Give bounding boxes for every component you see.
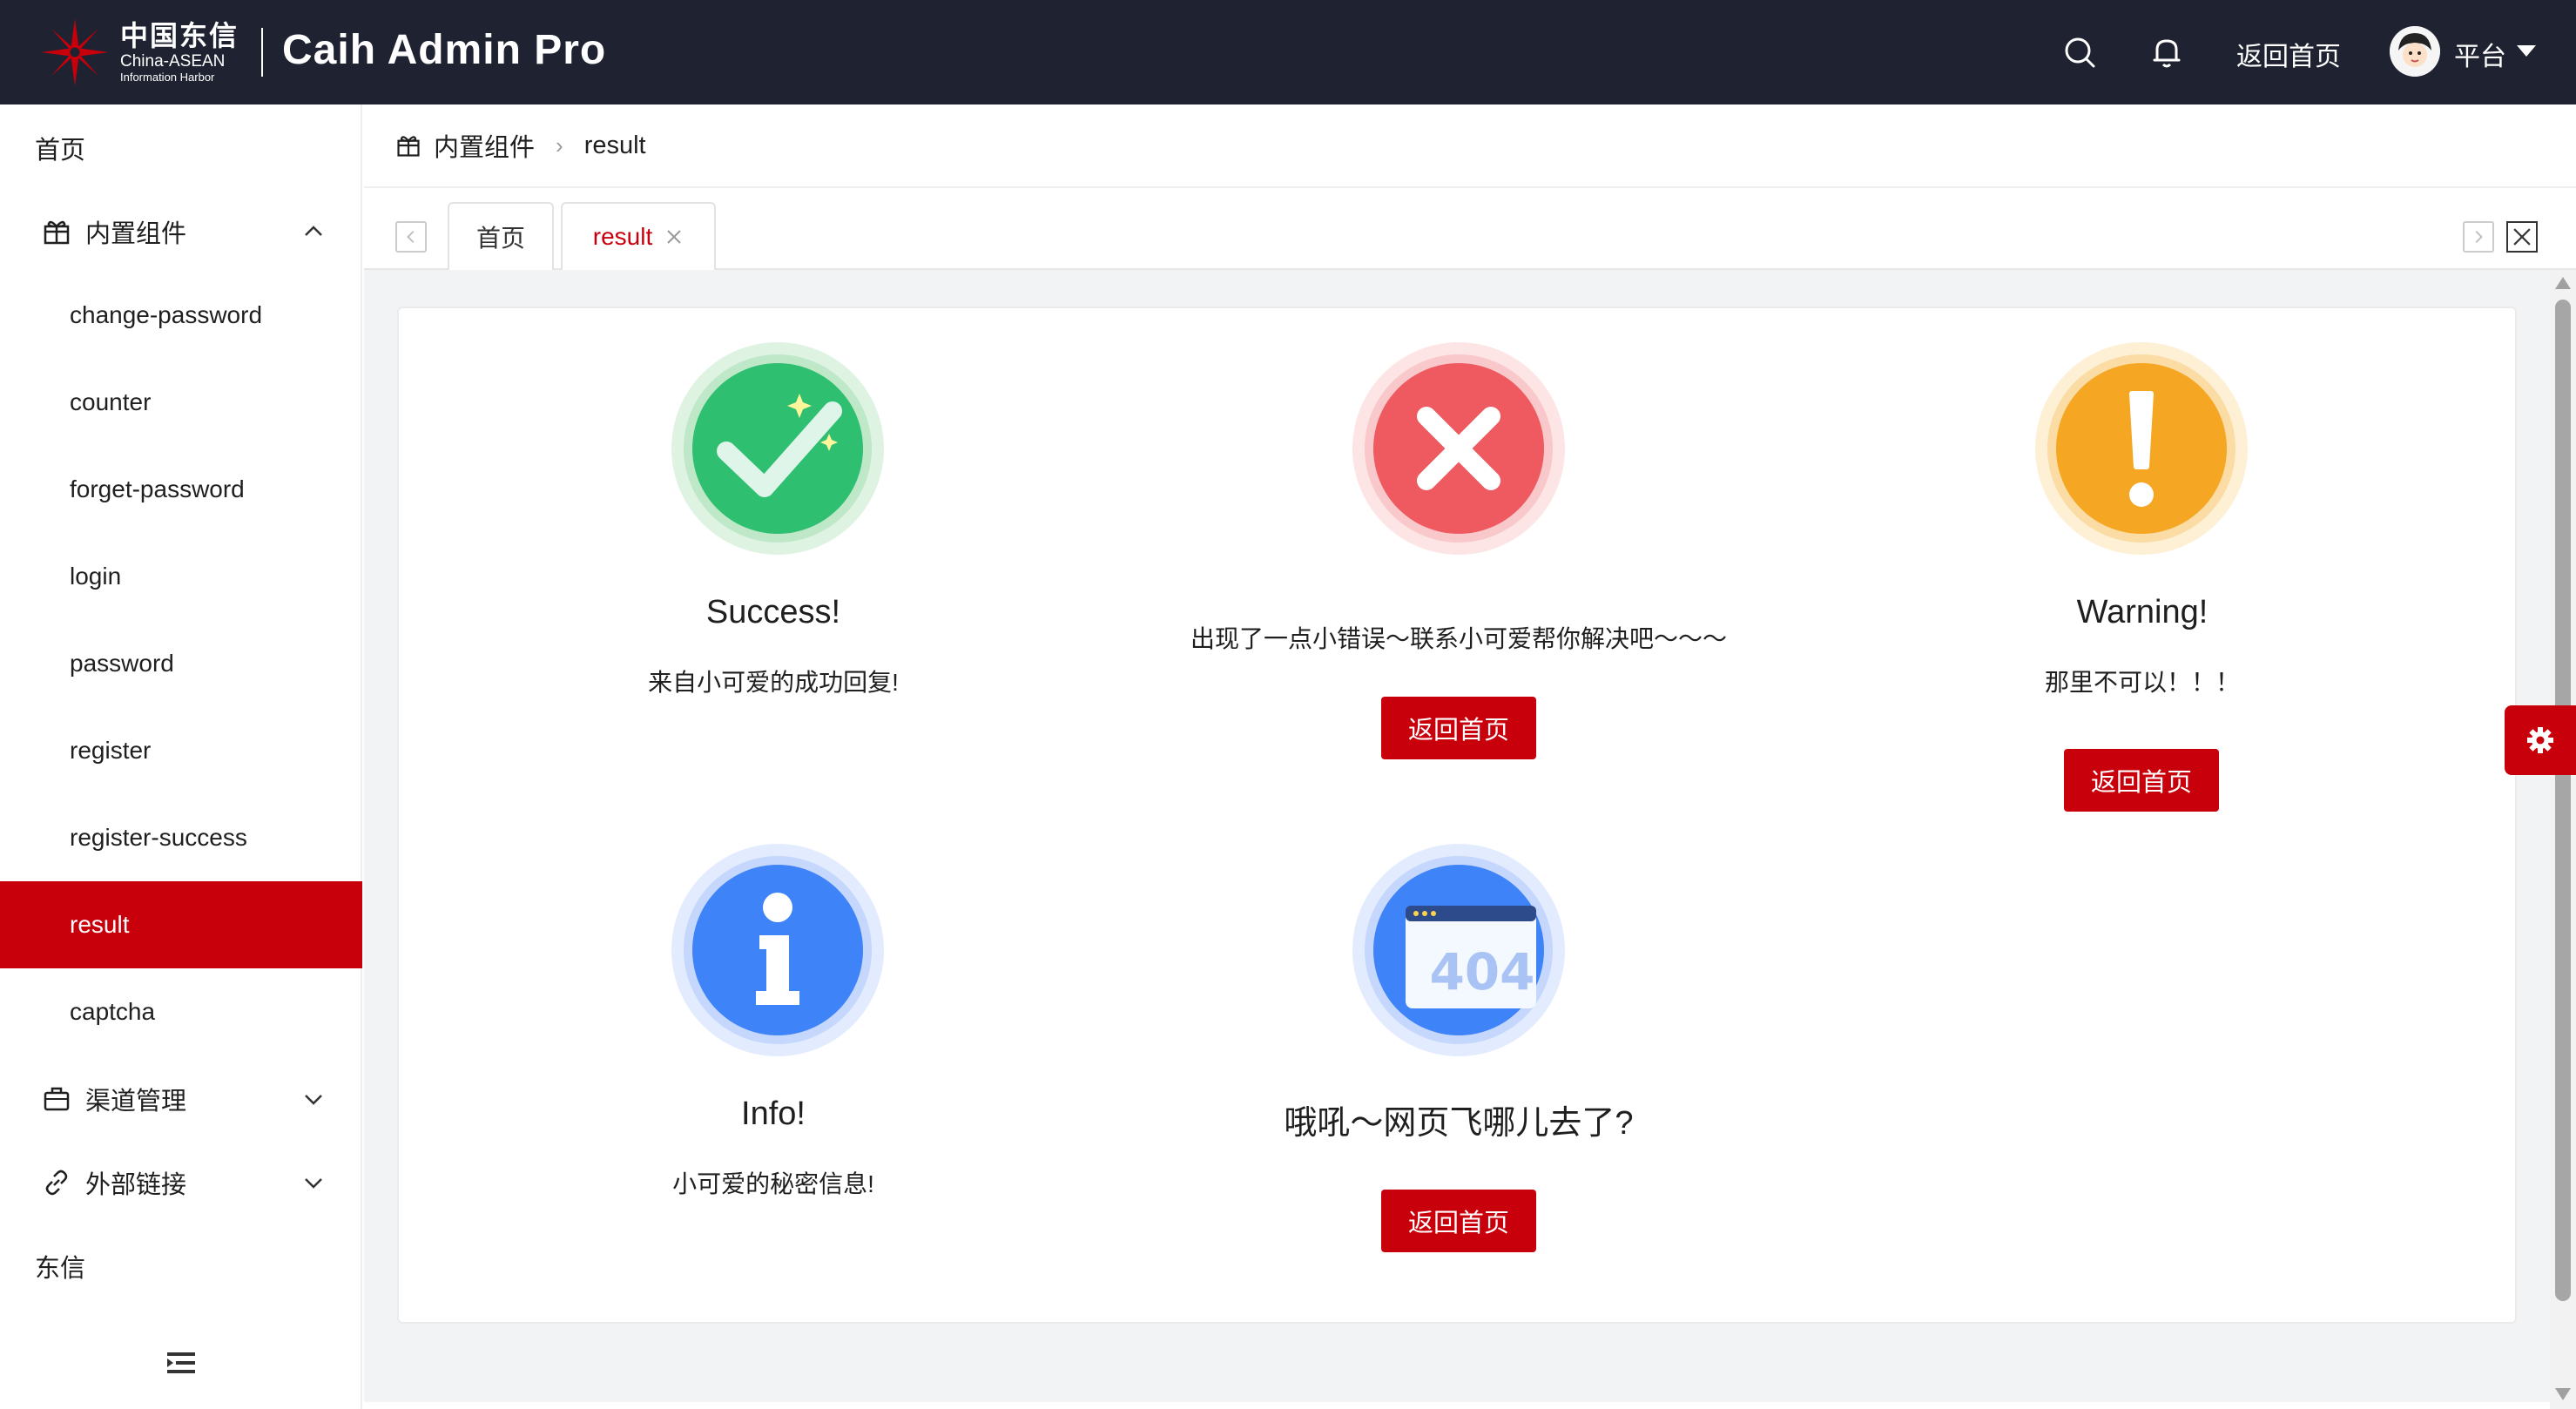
tab-result[interactable]: result [561,202,716,270]
search-icon[interactable] [2060,33,2099,71]
tab-scroll-left-icon[interactable] [395,221,427,253]
logo-text: 中国东信 China-ASEAN Information Harbor [120,22,239,83]
gear-icon [2527,727,2553,753]
warning-return-home-button[interactable]: 返回首页 [2064,749,2219,812]
avatar[interactable] [2390,26,2440,77]
sidebar-item-label: captcha [70,998,156,1025]
sidebar-item-register[interactable]: register [0,707,362,794]
settings-button[interactable] [2505,705,2576,775]
sidebar-item-label: login [70,563,122,590]
page-not-found-icon: 404 [1352,844,1565,1056]
briefcase-icon [44,1087,70,1111]
tab-label: result [592,223,653,250]
info-icon [671,844,884,1056]
return-home-link[interactable]: 返回首页 [2236,35,2341,73]
sidebar-group-channel[interactable]: 渠道管理 [0,1055,362,1143]
sidebar-group-label: 内置组件 [85,220,187,248]
chevron-down-icon [305,1095,322,1105]
not-found-title: 哦吼～网页飞哪儿去了? [1284,1105,1634,1142]
menu-fold-icon[interactable] [165,1350,197,1376]
avatar-face-icon [2390,26,2440,77]
chevron-down-icon [305,1178,322,1189]
sidebar-item-label: counter [70,388,152,415]
tab-scroll-right-icon[interactable] [2463,221,2494,253]
logo-star-icon [41,18,109,86]
sidebar-item-dongxin[interactable]: 东信 [0,1223,362,1310]
top-header: 中国东信 China-ASEAN Information Harbor Caih… [0,0,2576,104]
scroll-down-arrow-icon[interactable] [2555,1388,2571,1400]
breadcrumb-separator-icon: › [556,131,563,158]
user-name[interactable]: 平台 [2454,35,2506,73]
sidebar-item-label: register-success [70,824,247,851]
error-cross-icon [1352,342,1565,555]
sidebar-item-change-password[interactable]: change-password [0,272,362,359]
info-subtitle: 小可爱的秘密信息! [672,1170,874,1197]
close-all-tabs-icon[interactable] [2506,221,2538,253]
sidebar-item-forget-password[interactable]: forget-password [0,446,362,533]
breadcrumb-root[interactable]: 内置组件 [434,127,535,164]
gift-box-icon [44,220,70,245]
sidebar-group-label: 外部链接 [85,1171,187,1199]
success-title: Success! [705,594,841,630]
tabs-bar: 首页 result [364,188,2576,270]
logo-en2: Information Harbor [120,71,215,84]
bell-icon[interactable] [2148,33,2186,71]
sidebar-item-captcha[interactable]: captcha [0,968,362,1055]
not-found-code: 404 [1429,942,1534,1001]
chevron-up-icon [305,226,322,236]
sidebar-item-label: register [70,737,152,764]
sidebar-item-result[interactable]: result [0,881,362,968]
warning-subtitle: 那里不可以！！！ [2044,669,2240,696]
error-return-home-button[interactable]: 返回首页 [1381,697,1536,759]
scrollbar-thumb[interactable] [2555,300,2571,1301]
sidebar: 首页 内置组件 change-password counter forget-p… [0,104,362,1409]
scroll-up-arrow-icon[interactable] [2555,277,2571,289]
breadcrumb: 内置组件 › result [364,104,2576,188]
sidebar-item-password[interactable]: password [0,620,362,707]
sidebar-item-label: password [70,650,174,677]
info-title: Info! [741,1096,806,1132]
sidebar-item-register-success[interactable]: register-success [0,794,362,881]
sidebar-item-label: 东信 [35,1255,86,1283]
gift-box-icon [397,136,420,157]
tab-home[interactable]: 首页 [448,202,554,270]
logo-divider [261,28,264,77]
sidebar-item-label: 首页 [35,137,86,165]
sidebar-item-label: change-password [70,301,263,328]
sidebar-group-label: 渠道管理 [85,1088,187,1116]
sidebar-group-links[interactable]: 外部链接 [0,1139,362,1226]
logo-cn: 中国东信 [120,20,239,51]
chevron-down-icon[interactable] [2517,45,2536,57]
success-check-icon [671,342,884,555]
app-title: Caih Admin Pro [282,27,607,73]
warning-exclamation-icon [2035,342,2248,555]
result-card: Success! 来自小可爱的成功回复! 出现了一点小错误～联系小可爱帮你解决吧… [397,307,2517,1324]
brand-logo[interactable]: 中国东信 China-ASEAN Information Harbor [35,12,264,92]
sidebar-item-label: forget-password [70,475,245,502]
sidebar-item-home[interactable]: 首页 [0,104,362,192]
not-found-return-home-button[interactable]: 返回首页 [1381,1190,1536,1252]
close-icon[interactable] [664,227,684,246]
warning-title: Warning! [2076,594,2208,630]
sidebar-item-label: result [70,911,130,938]
breadcrumb-current: result [583,131,646,159]
link-icon [45,1170,68,1196]
tab-label: 首页 [475,225,525,252]
sidebar-item-counter[interactable]: counter [0,359,362,446]
sidebar-item-login[interactable]: login [0,533,362,620]
sidebar-group-builtin[interactable]: 内置组件 [0,188,362,275]
success-subtitle: 来自小可爱的成功回复! [648,669,899,696]
logo-en: China-ASEAN [120,52,226,71]
error-subtitle: 出现了一点小错误～联系小可爱帮你解决吧～～～ [1190,625,1727,652]
